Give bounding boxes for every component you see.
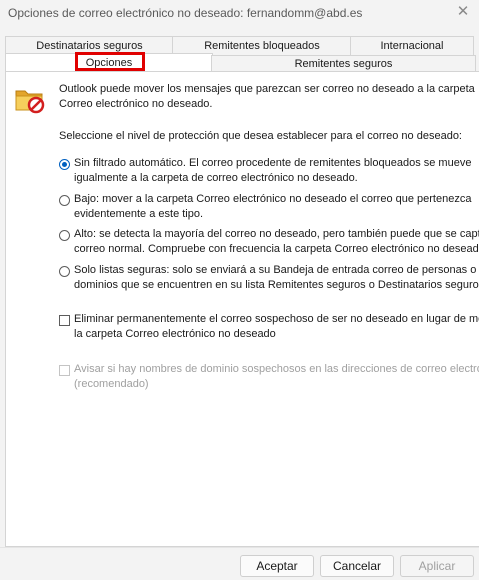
delete-permanently-checkbox[interactable] bbox=[59, 315, 70, 326]
warn-suspicious-domains-checkbox[interactable] bbox=[59, 365, 70, 376]
active-tab-highlight bbox=[75, 52, 145, 71]
accept-button[interactable]: Aceptar bbox=[240, 555, 314, 577]
radio-safe-lists-only[interactable] bbox=[59, 266, 70, 277]
cancel-button[interactable]: Cancelar bbox=[320, 555, 394, 577]
radio-low[interactable] bbox=[59, 195, 70, 206]
delete-permanently-label: Eliminar permanentemente el correo sospe… bbox=[74, 313, 479, 325]
options-panel: Outlook puede mover los mensajes que par… bbox=[5, 71, 479, 547]
delete-permanently-label-cont: la carpeta Correo electrónico no deseado bbox=[74, 328, 276, 340]
intro-text-line1: Outlook puede mover los mensajes que par… bbox=[59, 83, 475, 95]
radio-safe-lists-only-label: Solo listas seguras: solo se enviará a s… bbox=[74, 264, 477, 276]
junk-mail-folder-icon bbox=[15, 90, 45, 114]
warn-suspicious-domains-label: Avisar si hay nombres de dominio sospech… bbox=[74, 363, 479, 375]
radio-no-filter[interactable] bbox=[59, 159, 70, 170]
footer-divider bbox=[0, 547, 479, 548]
radio-no-filter-label-cont: igualmente a la carpeta de correo electr… bbox=[74, 172, 358, 184]
radio-no-filter-label: Sin filtrado automático. El correo proce… bbox=[74, 157, 472, 169]
close-icon[interactable]: ✕ bbox=[455, 3, 471, 21]
title-bar: Opciones de correo electrónico no desead… bbox=[0, 0, 479, 28]
radio-high-label: Alto: se detecta la mayoría del correo n… bbox=[74, 228, 479, 240]
radio-low-label: Bajo: mover a la carpeta Correo electrón… bbox=[74, 193, 472, 205]
intro-text-line2: Correo electrónico no deseado. bbox=[59, 98, 213, 110]
window-title: Opciones de correo electrónico no desead… bbox=[8, 6, 363, 20]
warn-suspicious-domains-label-cont: (recomendado) bbox=[74, 378, 149, 390]
apply-button[interactable]: Aplicar bbox=[400, 555, 474, 577]
radio-low-label-cont: evidentemente a este tipo. bbox=[74, 208, 204, 220]
radio-high[interactable] bbox=[59, 230, 70, 241]
protection-level-prompt: Seleccione el nivel de protección que de… bbox=[59, 130, 462, 142]
radio-high-label-cont: correo normal. Compruebe con frecuencia … bbox=[74, 243, 479, 255]
radio-safe-lists-only-label-cont: dominios que se encuentren en su lista R… bbox=[74, 279, 479, 291]
tab-internacional[interactable]: Internacional bbox=[350, 36, 474, 56]
